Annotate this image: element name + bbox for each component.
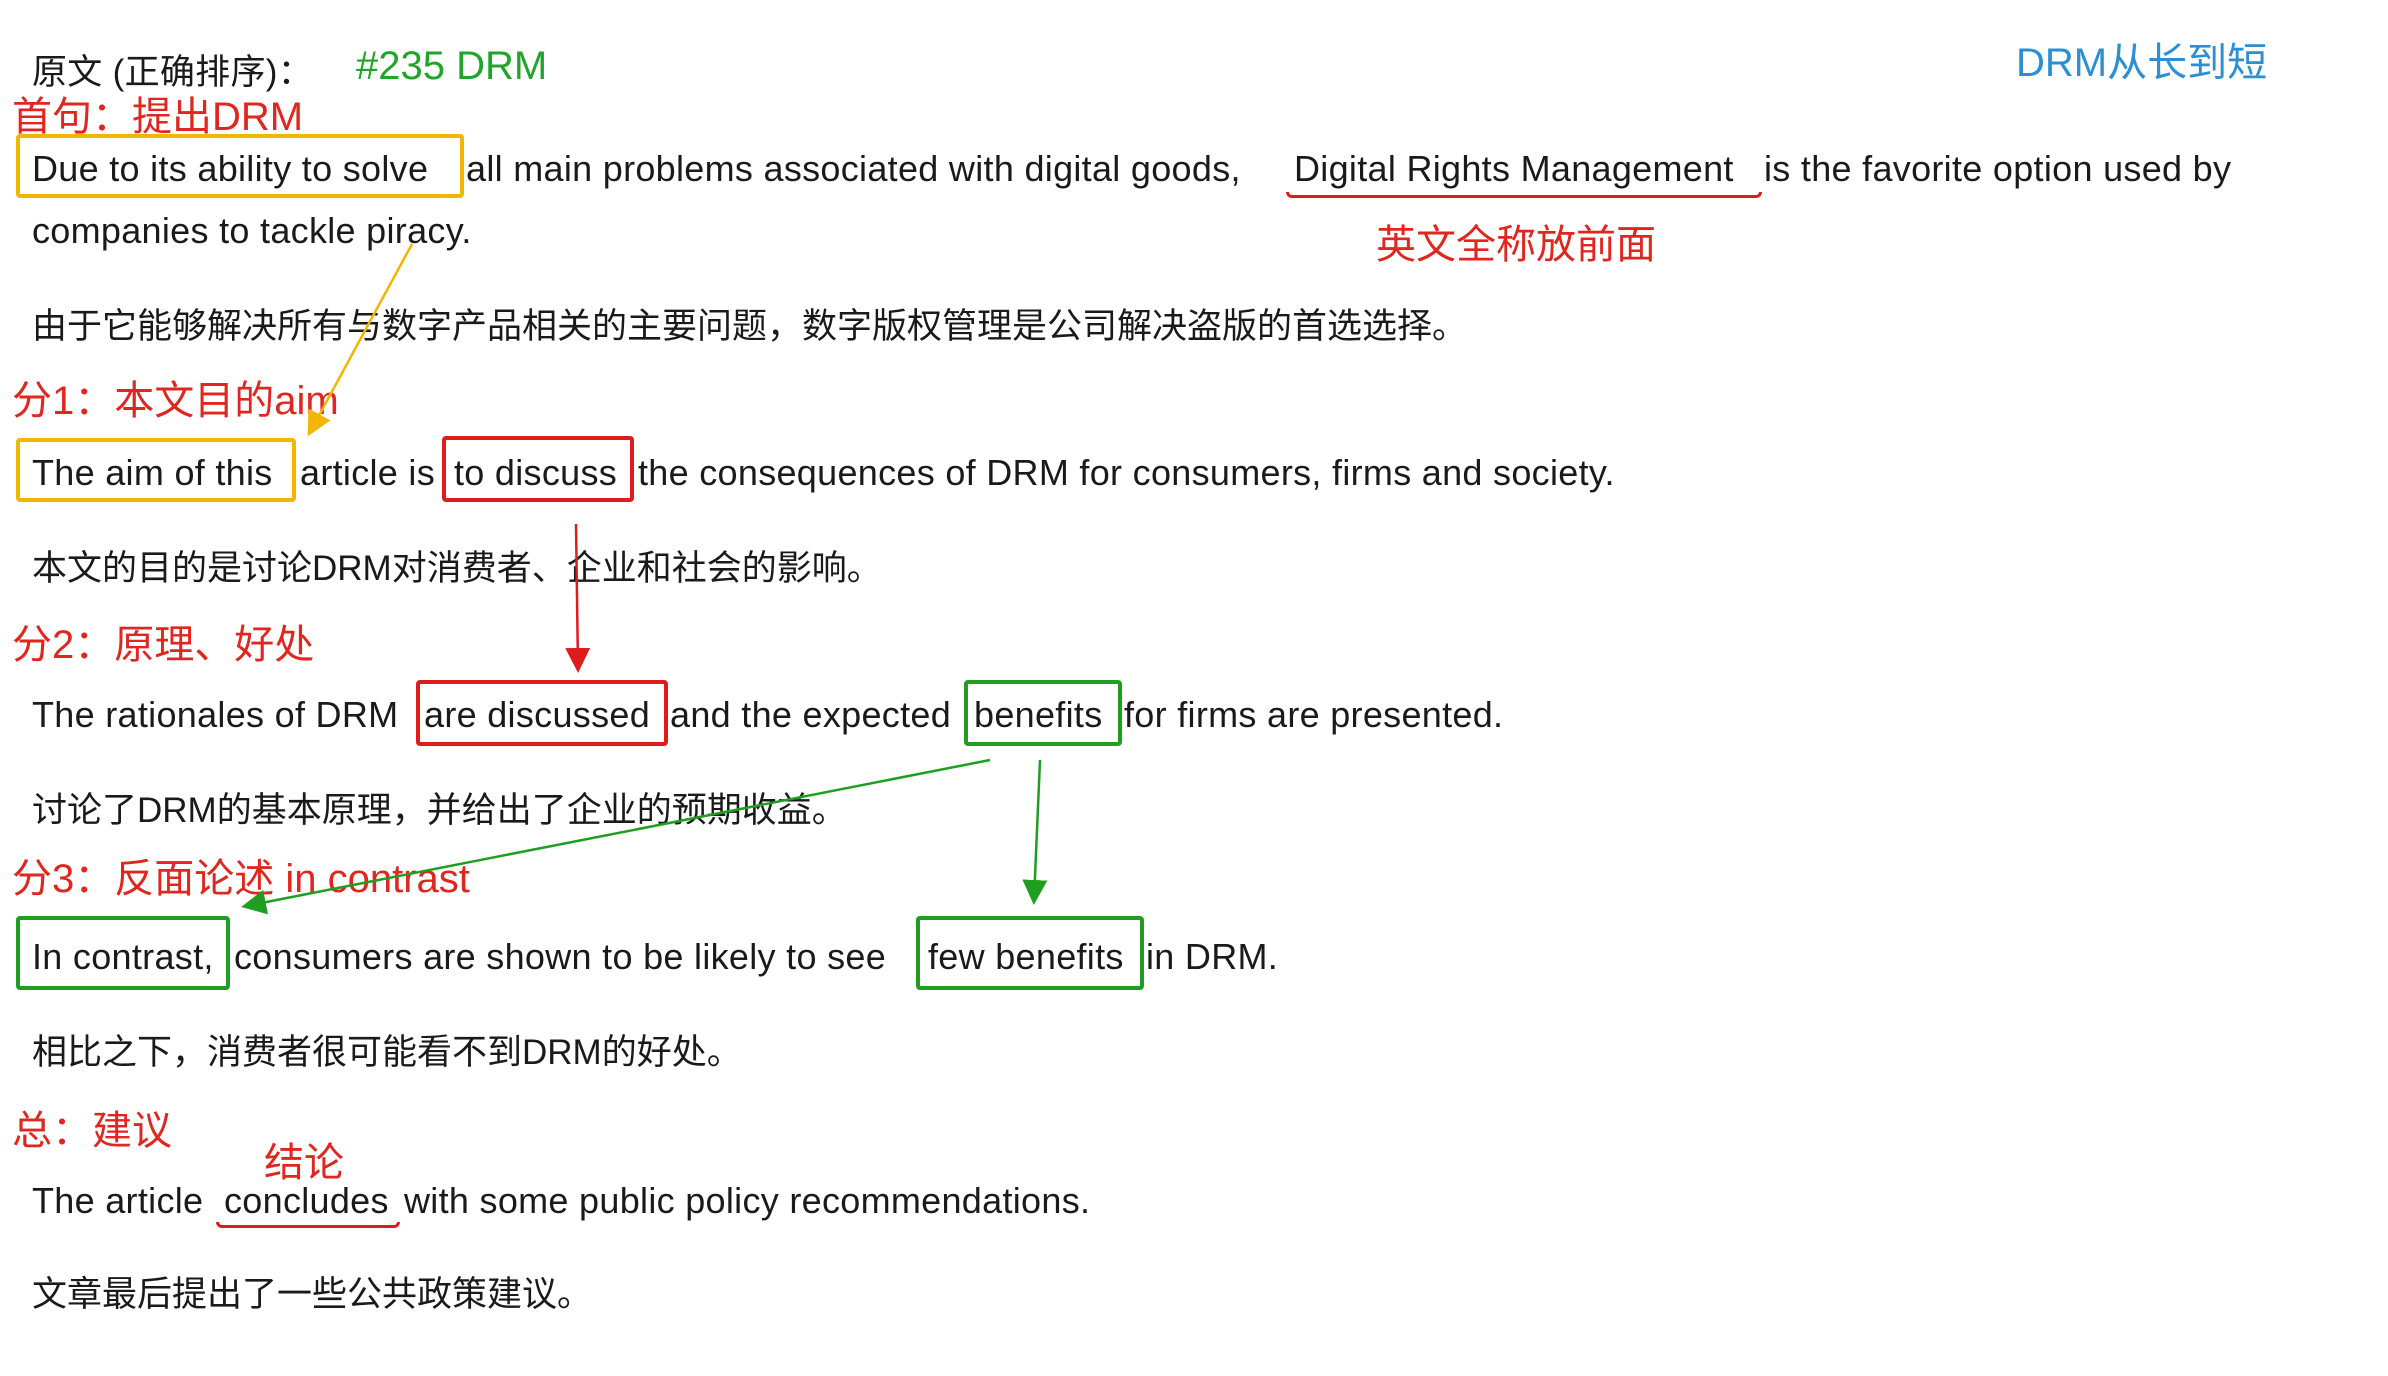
arrow-yellow (307, 243, 414, 437)
arrow-green-diagonal (241, 758, 991, 915)
arrow-red (565, 523, 591, 673)
annotation-arrows (241, 243, 1048, 915)
arrow-green-down (1022, 759, 1048, 905)
